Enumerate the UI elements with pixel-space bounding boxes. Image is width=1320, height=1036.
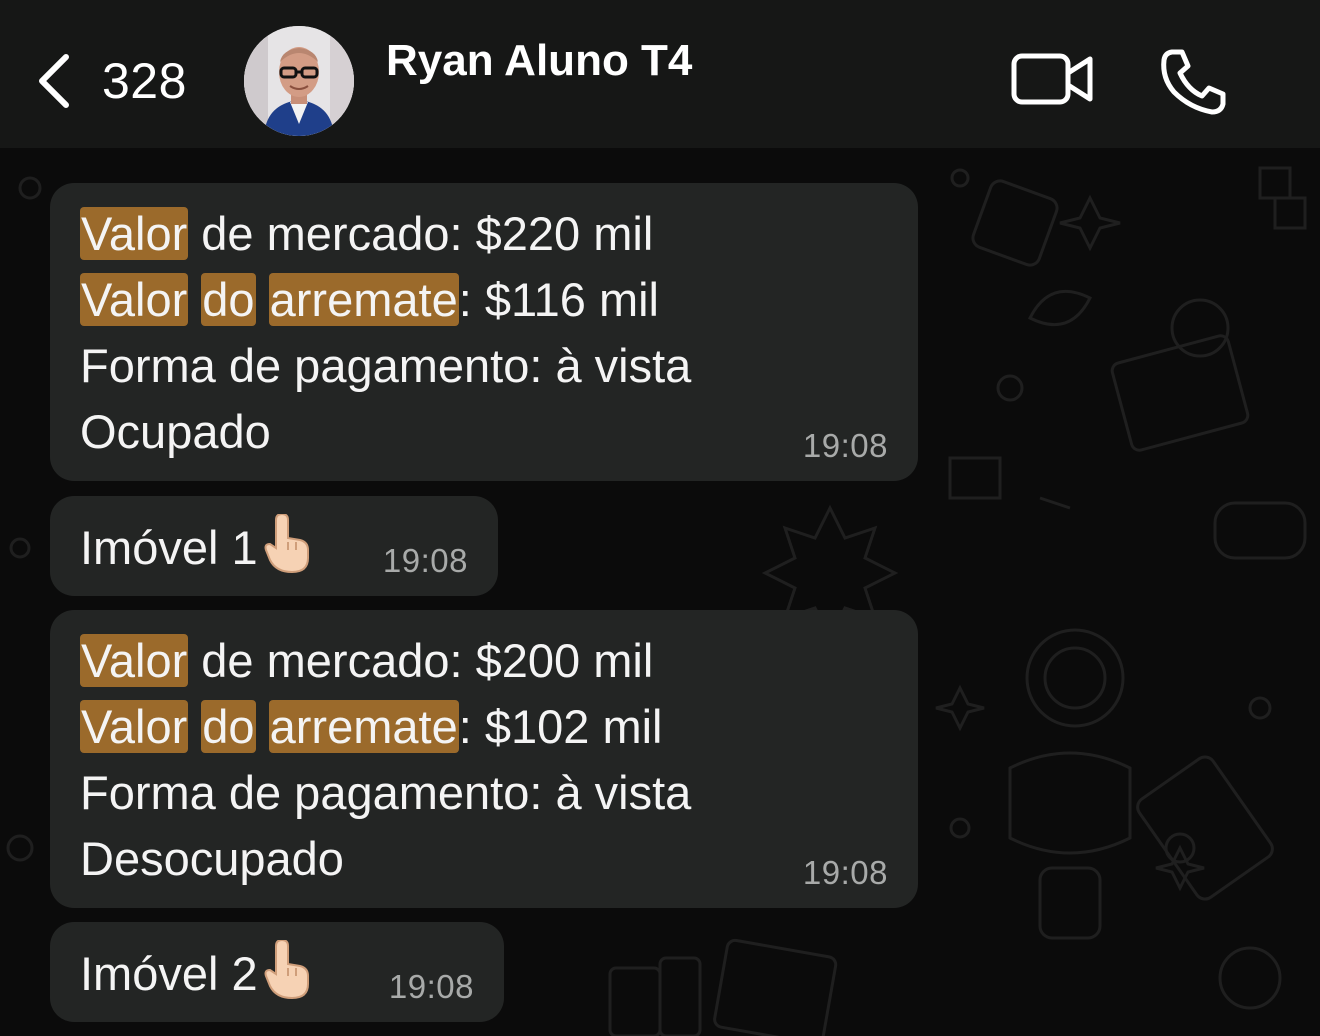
message-timestamp: 19:08: [802, 427, 888, 464]
message-bubble[interactable]: Valor de mercado: $200 mil Valor do arre…: [50, 610, 918, 908]
message-line: Forma de pagamento: à vista: [80, 766, 692, 819]
message-bubble[interactable]: Imóvel 1 19:08: [50, 496, 498, 596]
search-highlight: Valor: [80, 700, 189, 753]
message-timestamp: 19:08: [382, 542, 468, 579]
unread-count: 328: [102, 53, 187, 109]
pointing-up-hand-icon: [264, 514, 309, 574]
voice-call-button[interactable]: [1158, 46, 1230, 116]
message-line: Desocupado: [80, 832, 344, 885]
search-highlight: Valor: [80, 634, 189, 687]
message-line: Valor de mercado: $220 mil: [80, 207, 654, 260]
chevron-left-icon: [39, 54, 69, 108]
message-line: Forma de pagamento: à vista: [80, 339, 692, 392]
message-bubble[interactable]: Imóvel 2 19:08: [50, 922, 504, 1022]
contact-name[interactable]: Ryan Aluno T4: [386, 36, 692, 86]
back-button[interactable]: 328: [34, 48, 214, 114]
message-line: Ocupado: [80, 405, 271, 458]
pointing-up-hand-icon: [264, 940, 309, 1000]
avatar-image: [244, 26, 354, 136]
search-highlight: do: [201, 273, 256, 326]
phone-icon: [1161, 49, 1226, 115]
search-highlight: do: [201, 700, 256, 753]
search-highlight: arremate: [268, 700, 459, 753]
message-line: Valor do arremate: $116 mil: [80, 273, 659, 326]
message-line: Valor de mercado: $200 mil: [80, 634, 654, 687]
message-line: Valor do arremate: $102 mil: [80, 700, 663, 753]
search-highlight: arremate: [268, 273, 459, 326]
search-highlight: Valor: [80, 207, 189, 260]
message-bubble[interactable]: Valor de mercado: $220 mil Valor do arre…: [50, 183, 918, 481]
avatar[interactable]: [244, 26, 354, 136]
video-camera-icon: [1011, 53, 1093, 105]
message-timestamp: 19:08: [802, 854, 888, 891]
message-timestamp: 19:08: [388, 968, 474, 1005]
chat-header: 328 Ryan Aluno T4: [0, 0, 1320, 148]
video-call-button[interactable]: [1008, 46, 1098, 112]
search-highlight: Valor: [80, 273, 189, 326]
